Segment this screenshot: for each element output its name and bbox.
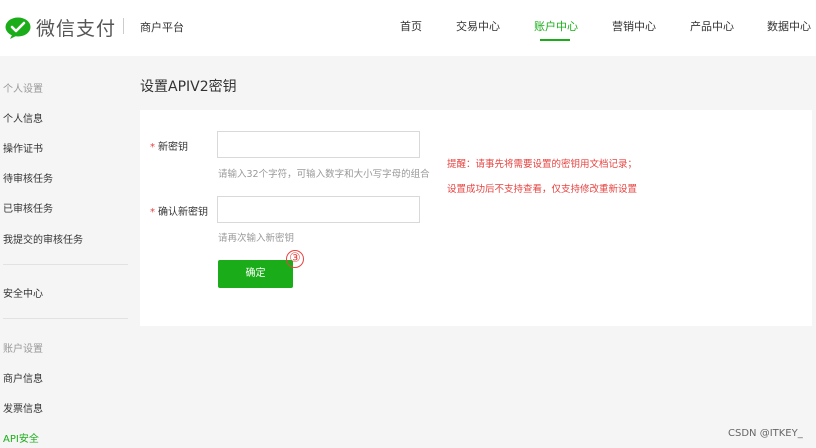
new-key-hint: 请输入32个字符，可输入数字和大小写字母的组合 bbox=[218, 169, 430, 180]
new-key-label-text: 新密钥 bbox=[158, 142, 188, 153]
nav-marketing-center[interactable]: 营销中心 bbox=[612, 18, 656, 34]
watermark: CSDN @ITKEY_ bbox=[728, 428, 803, 439]
wechat-pay-logo[interactable]: 微信支付 bbox=[5, 14, 116, 41]
sidebar-item-pending-review[interactable]: 待审核任务 bbox=[3, 170, 53, 185]
sidebar-divider bbox=[3, 318, 128, 319]
sidebar-item-merchant-info[interactable]: 商户信息 bbox=[3, 370, 43, 385]
nav-product-center[interactable]: 产品中心 bbox=[690, 18, 734, 34]
warning-text-line1: 提醒：请事先将需要设置的密钥用文档记录； bbox=[447, 159, 638, 170]
platform-name: 商户平台 bbox=[140, 21, 184, 34]
page-title: 设置APIV2密钥 bbox=[140, 79, 237, 95]
brand-name: 微信支付 bbox=[36, 18, 117, 40]
warning-text-line2: 设置成功后不支持查看，仅支持修改重新设置 bbox=[447, 184, 638, 195]
nav-account-center[interactable]: 账户中心 bbox=[534, 18, 578, 34]
logo-divider bbox=[123, 18, 124, 34]
confirm-key-hint: 请再次输入新密钥 bbox=[218, 233, 295, 244]
required-mark: * bbox=[150, 207, 155, 218]
top-bar: 微信支付 商户平台 首页 交易中心 账户中心 营销中心 产品中心 数据中心 bbox=[0, 0, 816, 56]
sidebar-group-personal-settings: 个人设置 bbox=[3, 84, 43, 95]
sidebar-item-invoice-info[interactable]: 发票信息 bbox=[3, 400, 43, 415]
wechat-pay-logo-icon bbox=[5, 17, 31, 39]
sidebar-group-account-settings: 账户设置 bbox=[3, 344, 43, 355]
nav-active-indicator bbox=[540, 39, 570, 41]
new-key-input[interactable] bbox=[217, 131, 420, 158]
nav-data-center[interactable]: 数据中心 bbox=[767, 18, 811, 34]
required-mark: * bbox=[150, 142, 155, 153]
sidebar-item-api-security[interactable]: API安全 bbox=[3, 430, 39, 445]
confirm-key-input[interactable] bbox=[217, 196, 420, 223]
step-marker: ③ bbox=[286, 250, 304, 268]
sidebar-item-my-submitted-tasks[interactable]: 我提交的审核任务 bbox=[3, 231, 83, 246]
sidebar-item-reviewed[interactable]: 已审核任务 bbox=[3, 200, 53, 215]
new-key-label: * 新密钥 bbox=[150, 138, 188, 153]
nav-home[interactable]: 首页 bbox=[400, 18, 422, 34]
confirm-key-label-text: 确认新密钥 bbox=[158, 207, 208, 218]
sidebar-item-security-center[interactable]: 安全中心 bbox=[3, 285, 43, 300]
nav-trade-center[interactable]: 交易中心 bbox=[456, 18, 500, 34]
sidebar-item-personal-info[interactable]: 个人信息 bbox=[3, 110, 43, 125]
confirm-key-label: * 确认新密钥 bbox=[150, 203, 208, 218]
sidebar-divider bbox=[3, 264, 128, 265]
confirm-button[interactable]: 确定 bbox=[218, 260, 293, 288]
sidebar-item-operation-certificate[interactable]: 操作证书 bbox=[3, 140, 43, 155]
